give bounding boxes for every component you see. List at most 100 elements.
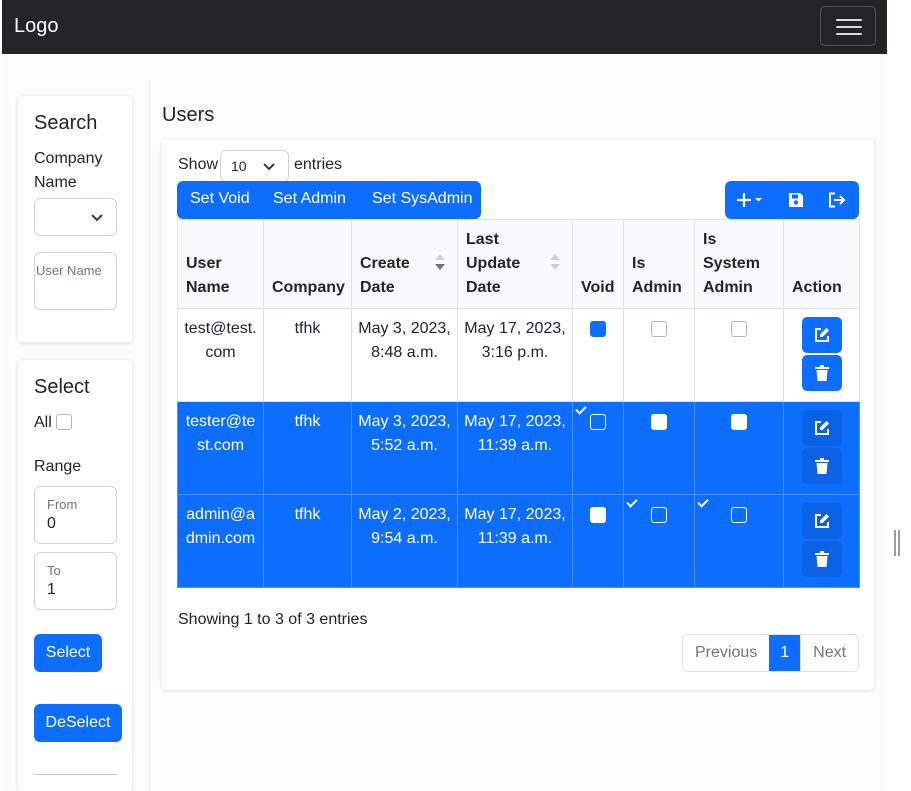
sort-desc-icon [435, 254, 445, 270]
page-length-select[interactable]: 10 [220, 150, 289, 182]
range-from-input[interactable]: From 0 [34, 486, 117, 544]
company-select[interactable] [34, 198, 117, 236]
select-button[interactable]: Select [34, 634, 102, 672]
range-label: Range [34, 458, 82, 475]
username-placeholder: User Name [36, 263, 102, 278]
void-checkbox[interactable] [590, 414, 606, 430]
trash-icon [814, 365, 829, 381]
col-is-admin[interactable]: Is Admin [623, 219, 695, 309]
cell-void [572, 308, 624, 402]
trash-icon [814, 551, 829, 567]
set-sysadmin-button[interactable]: Set SysAdmin [372, 190, 472, 208]
cell-void [572, 401, 624, 495]
col-user-name[interactable]: User Name [177, 219, 264, 309]
from-value: 0 [47, 515, 56, 532]
sidebar-divider [149, 80, 150, 791]
chevron-down-icon [263, 163, 275, 171]
save-icon[interactable] [788, 192, 804, 208]
range-to-input[interactable]: To 1 [34, 552, 117, 610]
delete-button[interactable] [801, 355, 842, 391]
table-row-selected[interactable]: tester@test.com tfhk May 3, 2023, 5:52 a… [177, 401, 860, 495]
edit-icon [814, 421, 829, 435]
table-row-selected[interactable]: admin@admin.com tfhk May 2, 2023, 9:54 a… [177, 494, 860, 588]
col-company[interactable]: Company [263, 219, 352, 309]
cell-sysadmin [694, 494, 784, 588]
edit-icon [814, 514, 829, 528]
cell-action [783, 308, 860, 402]
users-table: User Name Company Create Date Last Updat… [177, 219, 860, 588]
cell-void [572, 494, 624, 588]
all-label: All [34, 414, 52, 431]
table-row[interactable]: test@test.com tfhk May 3, 2023, 8:48 a.m… [177, 308, 860, 402]
pagination: Previous 1 Next [682, 634, 860, 672]
cell-action [783, 494, 860, 588]
void-checkbox[interactable] [590, 507, 606, 523]
cell-sysadmin [694, 308, 784, 402]
cell-admin [623, 308, 695, 402]
resize-grip-icon[interactable] [894, 530, 900, 556]
hamburger-icon-line [836, 33, 862, 35]
set-admin-button[interactable]: Set Admin [273, 190, 346, 208]
cell-company: tfhk [263, 494, 352, 588]
cell-action [783, 401, 860, 495]
select-card: Select All Range From 0 To 1 Select DeSe… [18, 360, 132, 791]
chevron-down-icon [91, 214, 103, 222]
sort-icon [550, 254, 560, 270]
hamburger-icon-line [836, 26, 862, 28]
entries-label: entries [294, 156, 343, 173]
admin-checkbox[interactable] [651, 414, 667, 430]
divider [34, 774, 117, 775]
cell-created: May 3, 2023, 8:48 a.m. [351, 308, 458, 402]
username-input[interactable]: User Name [34, 252, 117, 310]
col-void[interactable]: Void [572, 219, 624, 309]
edit-button[interactable] [801, 503, 842, 539]
next-page-button[interactable]: Next [800, 635, 859, 671]
cell-admin [623, 401, 695, 495]
cell-user: tester@test.com [177, 401, 264, 495]
hamburger-icon [836, 19, 862, 21]
set-void-button[interactable]: Set Void [190, 190, 250, 208]
page-1-button[interactable]: 1 [769, 635, 801, 671]
col-create-date[interactable]: Create Date [351, 219, 458, 309]
add-dropdown-button[interactable] [737, 192, 765, 208]
show-label: Show [178, 156, 219, 173]
trash-icon [814, 458, 829, 474]
col-action: Action [783, 219, 860, 309]
cell-user: test@test.com [177, 308, 264, 402]
edit-button[interactable] [801, 410, 842, 446]
cell-created: May 3, 2023, 5:52 a.m. [351, 401, 458, 495]
cell-updated: May 17, 2023, 11:39 a.m. [457, 494, 573, 588]
cell-sysadmin [694, 401, 784, 495]
menu-toggle-button[interactable] [820, 6, 876, 46]
cell-company: tfhk [263, 308, 352, 402]
cell-updated: May 17, 2023, 11:39 a.m. [457, 401, 573, 495]
admin-checkbox[interactable] [651, 507, 667, 523]
search-card: Search Company Name User Name [18, 96, 132, 342]
bulk-action-group: Set Void Set Admin Set SysAdmin [177, 181, 481, 219]
sysadmin-checkbox[interactable] [731, 507, 747, 523]
page-title: Users [162, 104, 215, 126]
to-value: 1 [47, 581, 56, 598]
cell-admin [623, 494, 695, 588]
void-checkbox[interactable] [590, 321, 606, 337]
sysadmin-checkbox[interactable] [731, 321, 747, 337]
logo[interactable]: Logo [14, 15, 59, 38]
admin-checkbox[interactable] [651, 321, 667, 337]
scrollbar[interactable] [887, 0, 911, 791]
delete-button[interactable] [801, 448, 842, 484]
sysadmin-checkbox[interactable] [731, 414, 747, 430]
select-all-checkbox[interactable] [56, 414, 72, 430]
col-create-date-label: Create Date [360, 255, 410, 296]
logout-icon[interactable] [828, 192, 846, 208]
deselect-button[interactable]: DeSelect [34, 704, 122, 742]
cell-company: tfhk [263, 401, 352, 495]
page-length-value: 10 [231, 158, 247, 174]
col-is-system-admin[interactable]: Is System Admin [694, 219, 784, 309]
table-info: Showing 1 to 3 of 3 entries [178, 611, 368, 628]
tool-button-group [725, 181, 859, 219]
previous-page-button[interactable]: Previous [683, 635, 770, 671]
col-last-update[interactable]: Last Update Date [457, 219, 573, 309]
edit-button[interactable] [801, 317, 842, 353]
delete-button[interactable] [801, 541, 842, 577]
edit-icon [814, 328, 829, 342]
